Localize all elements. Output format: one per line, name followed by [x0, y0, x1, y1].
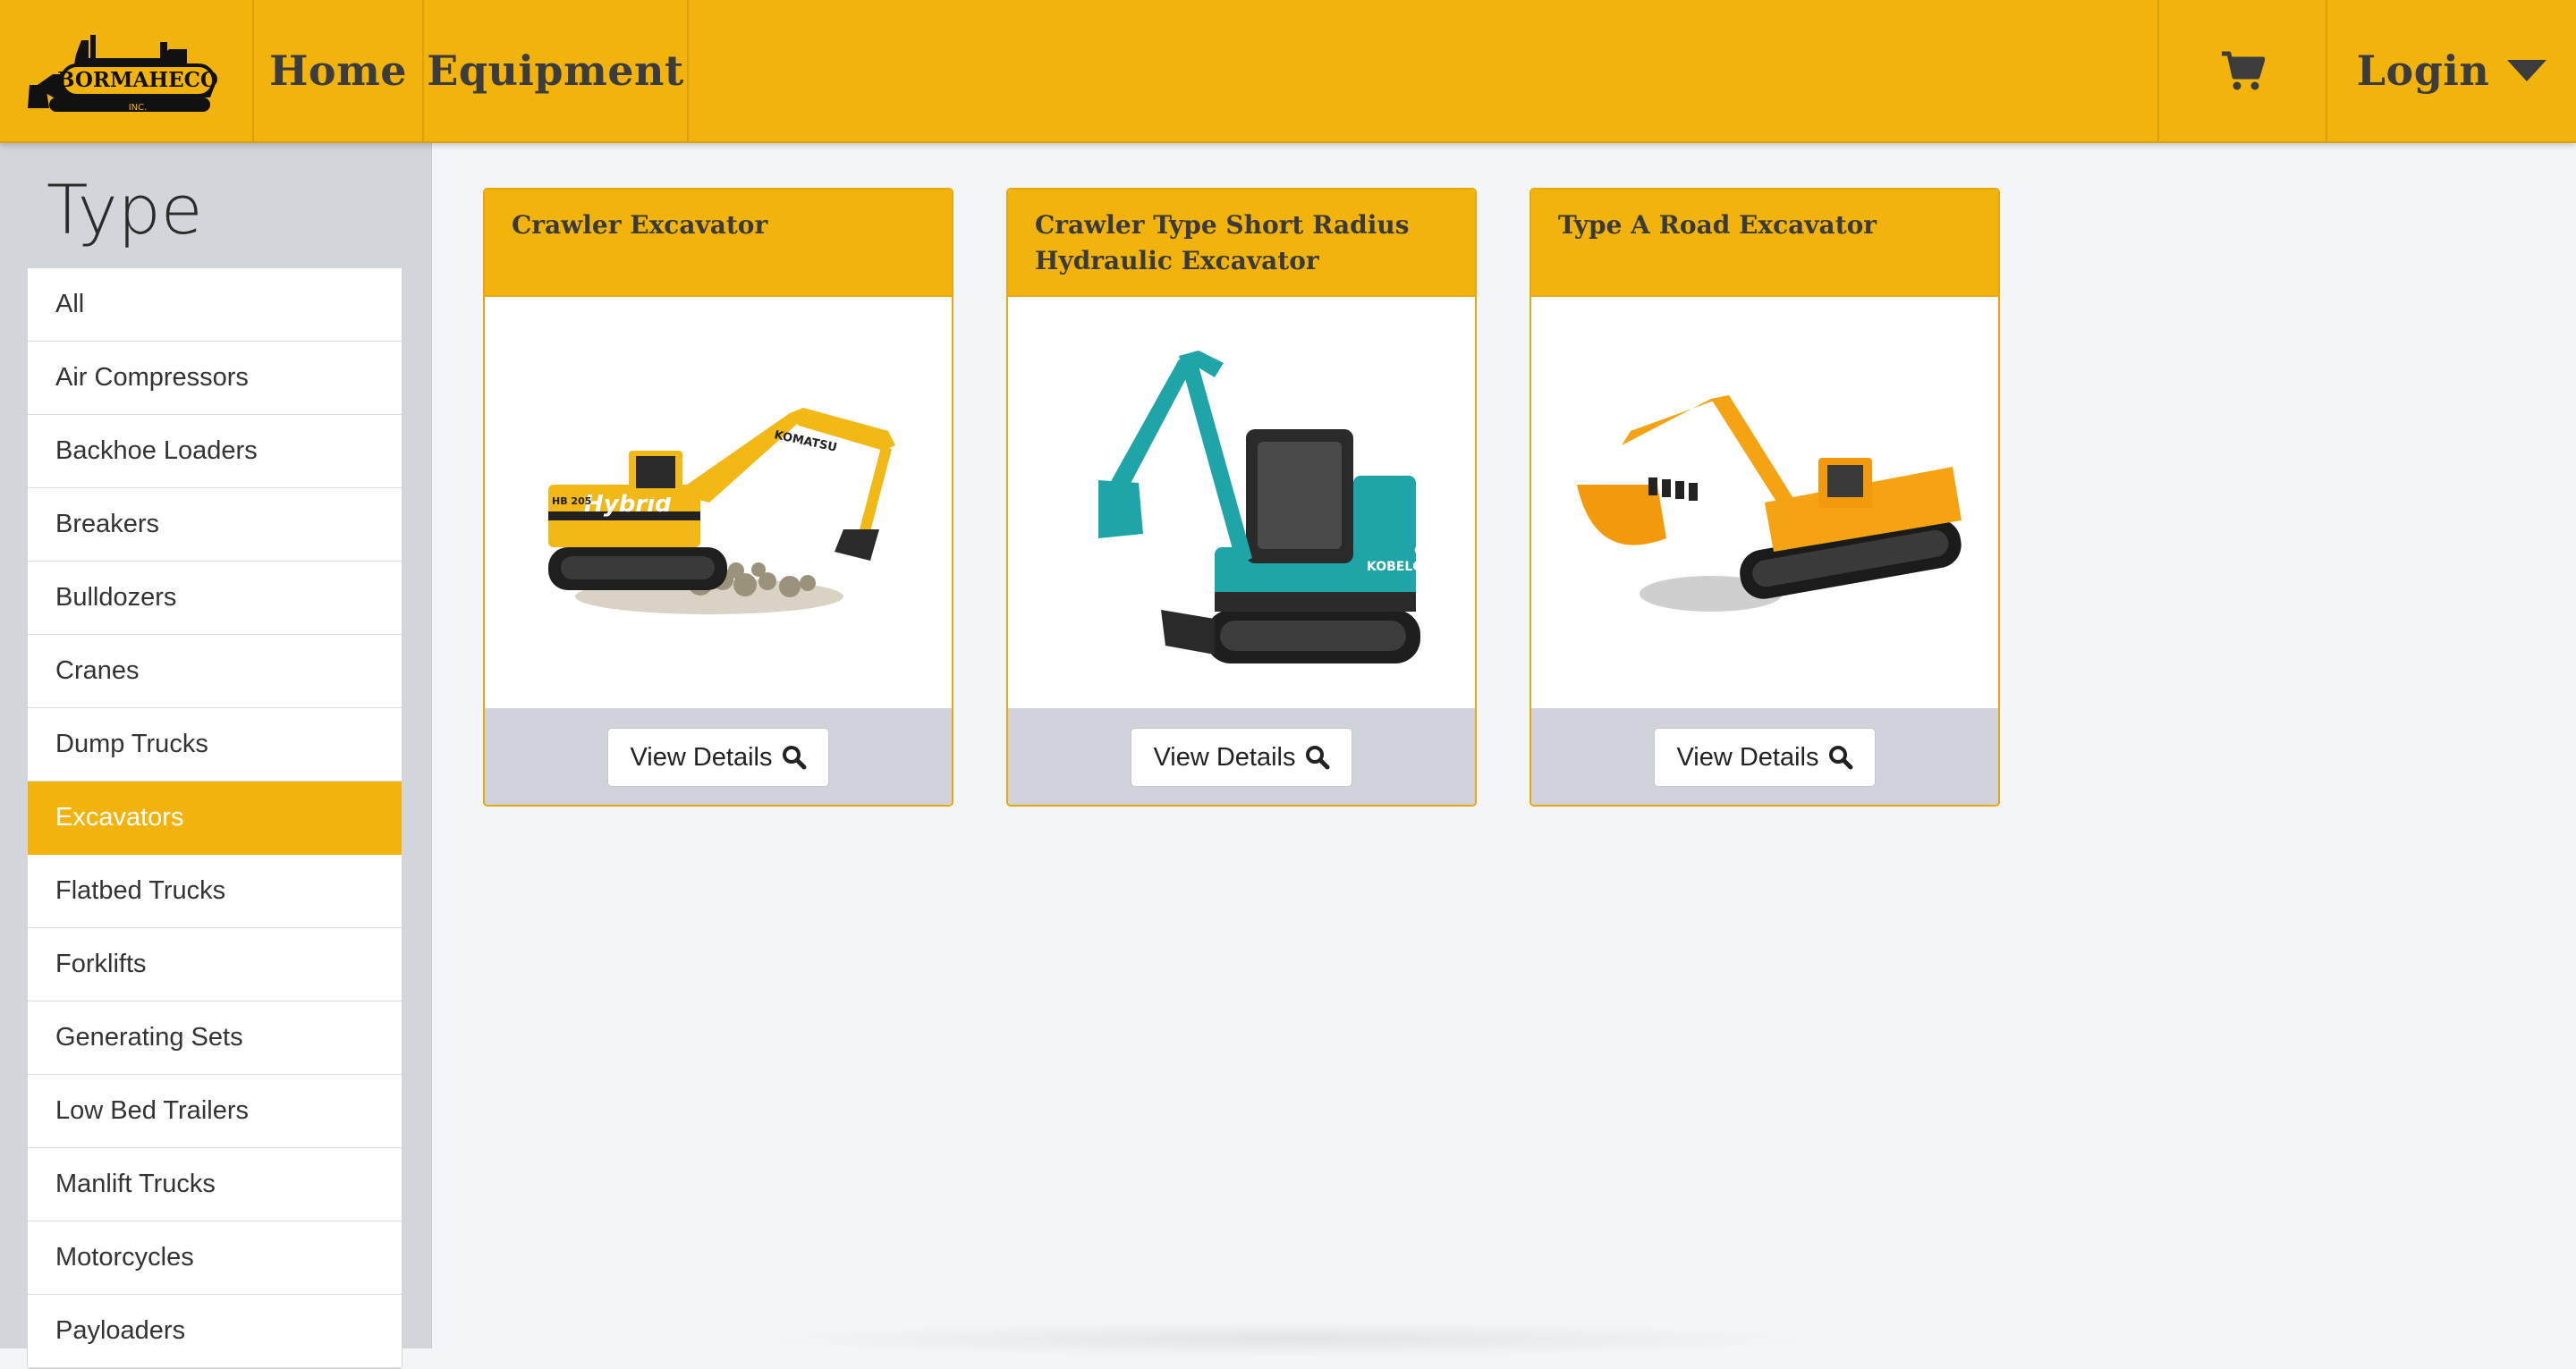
short-radius-excavator-image: KOBELCO KOBELCO [1098, 351, 1433, 663]
type-item-air-compressors[interactable]: Air Compressors [28, 342, 402, 415]
type-item-all[interactable]: All [28, 268, 402, 342]
card-footer: View Details [1531, 708, 1998, 805]
view-details-label: View Details [630, 742, 773, 772]
type-filter-list: All Air Compressors Backhoe Loaders Breaker… [27, 267, 402, 1369]
svg-text:BORMAHECO: BORMAHECO [57, 68, 218, 92]
card-title: Type A Road Excavator [1558, 210, 1877, 240]
search-icon [1828, 746, 1853, 770]
type-item-cranes[interactable]: Cranes [28, 635, 402, 708]
view-details-button[interactable]: View Details [1131, 728, 1352, 787]
type-item-flatbed-trucks[interactable]: Flatbed Trucks [28, 855, 402, 928]
type-item-motorcycles[interactable]: Motorcycles [28, 1221, 402, 1295]
road-excavator-image [1577, 395, 1962, 612]
type-item-low-bed-trailers[interactable]: Low Bed Trailers [28, 1075, 402, 1148]
svg-text:KOBELCO: KOBELCO [1367, 560, 1433, 574]
type-item-backhoe-loaders[interactable]: Backhoe Loaders [28, 415, 402, 488]
cart-icon [2222, 51, 2265, 90]
type-item-excavators[interactable]: Excavators [28, 782, 402, 855]
sidebar-title: Type [47, 170, 203, 249]
view-details-button[interactable]: View Details [607, 728, 829, 787]
scroll-shadow [751, 1322, 1825, 1357]
nav-home-label: Home [268, 46, 408, 95]
type-item-forklifts[interactable]: Forklifts [28, 928, 402, 1001]
type-item-manlift-trucks[interactable]: Manlift Trucks [28, 1148, 402, 1221]
equipment-card: Type A Road Excavator View Details [1530, 188, 2000, 807]
view-details-button[interactable]: View Details [1654, 728, 1876, 787]
nav-equipment-link[interactable]: Equipment [424, 0, 687, 141]
card-header: Crawler Excavator [485, 190, 952, 297]
type-item-generating-sets[interactable]: Generating Sets [28, 1001, 402, 1075]
nav-divider [687, 0, 689, 141]
type-item-breakers[interactable]: Breakers [28, 488, 402, 562]
crawler-excavator-image: Hybrid HB 205 KOMATSU [548, 408, 895, 614]
search-icon [782, 746, 807, 770]
card-title: Crawler Type Short Radius Hydraulic Exca… [1035, 210, 1410, 275]
type-item-payloaders[interactable]: Payloaders [28, 1295, 402, 1368]
card-footer: View Details [485, 708, 952, 805]
view-details-label: View Details [1153, 742, 1296, 772]
type-item-dump-trucks[interactable]: Dump Trucks [28, 708, 402, 782]
card-header: Type A Road Excavator [1531, 190, 1998, 297]
equipment-card: Crawler Excavator Hybrid HB 205 KOMATSU … [483, 188, 953, 807]
search-icon [1305, 746, 1330, 770]
card-header: Crawler Type Short Radius Hydraulic Exca… [1008, 190, 1475, 297]
card-image[interactable]: Hybrid HB 205 KOMATSU [485, 297, 952, 708]
svg-text:INC.: INC. [129, 103, 148, 113]
equipment-card: Crawler Type Short Radius Hydraulic Exca… [1006, 188, 1477, 807]
login-dropdown[interactable]: Login [2327, 0, 2576, 141]
caret-down-icon [2507, 60, 2547, 81]
view-details-label: View Details [1676, 742, 1819, 772]
login-label: Login [2356, 46, 2490, 95]
card-footer: View Details [1008, 708, 1475, 805]
bulldozer-logo-icon: BORMAHECO INC. [28, 35, 218, 113]
nav-equipment-label: Equipment [427, 46, 684, 95]
brand-logo[interactable]: BORMAHECO INC. [0, 0, 252, 141]
card-title: Crawler Excavator [512, 210, 768, 240]
card-image[interactable] [1531, 297, 1998, 708]
nav-home-link[interactable]: Home [254, 0, 422, 141]
navbar: BORMAHECO INC. Home Equipment Login [0, 0, 2576, 143]
svg-text:HB 205: HB 205 [552, 495, 591, 507]
cart-button[interactable] [2159, 0, 2326, 141]
type-item-bulldozers[interactable]: Bulldozers [28, 562, 402, 635]
card-image[interactable]: KOBELCO KOBELCO [1008, 297, 1475, 708]
